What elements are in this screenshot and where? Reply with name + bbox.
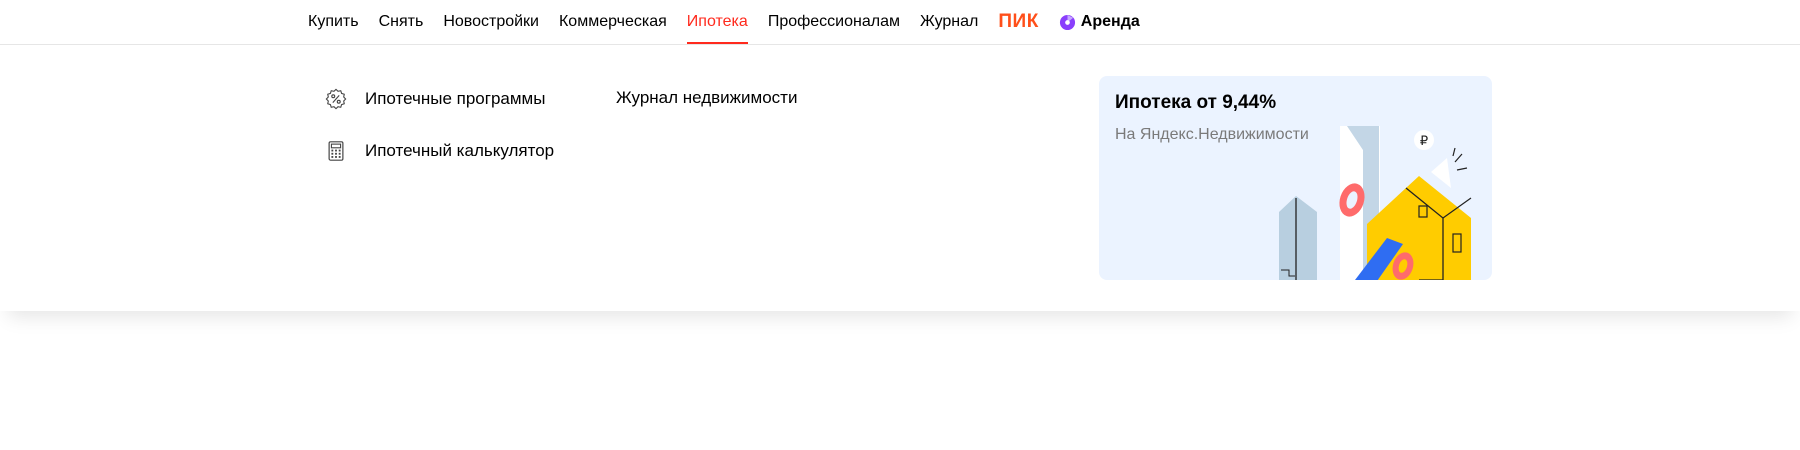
percent-badge-icon	[325, 88, 347, 110]
svg-text:₽: ₽	[1420, 133, 1428, 148]
real-estate-journal-link[interactable]: Журнал недвижимости	[616, 88, 797, 108]
mortgage-programs-label: Ипотечные программы	[365, 89, 546, 108]
mortgage-houses-illustration: ₽	[1279, 126, 1472, 280]
mortgage-dropdown-panel: Ипотечные программы Ипотечный калькулято…	[0, 45, 1800, 311]
mortgage-promo-card[interactable]: Ипотека от 9,44% На Яндекс.Недвижимости …	[1099, 76, 1492, 280]
nav-menu: Купить Снять Новостройки Коммерческая Ип…	[308, 0, 1140, 44]
arenda-link[interactable]: Аренда	[1059, 0, 1140, 44]
pik-logo-link[interactable]: ПИК	[998, 0, 1038, 44]
calculator-icon	[328, 141, 344, 161]
top-navigation: Купить Снять Новостройки Коммерческая Ип…	[0, 0, 1800, 45]
mortgage-calculator-link[interactable]: Ипотечный калькулятор	[325, 140, 554, 162]
nav-item-rent[interactable]: Снять	[379, 0, 424, 44]
nav-item-commercial[interactable]: Коммерческая	[559, 0, 667, 44]
arenda-label: Аренда	[1080, 13, 1140, 30]
mortgage-calculator-label: Ипотечный калькулятор	[365, 141, 555, 160]
nav-item-professionals[interactable]: Профессионалам	[768, 0, 900, 44]
mortgage-programs-link[interactable]: Ипотечные программы	[325, 88, 545, 110]
nav-item-buy[interactable]: Купить	[308, 0, 359, 44]
nav-item-new-buildings[interactable]: Новостройки	[443, 0, 539, 44]
promo-title: Ипотека от 9,44%	[1115, 92, 1277, 113]
nav-item-journal[interactable]: Журнал	[920, 0, 978, 44]
nav-item-mortgage[interactable]: Ипотека	[686, 0, 748, 44]
arenda-logo-icon	[1059, 14, 1075, 30]
